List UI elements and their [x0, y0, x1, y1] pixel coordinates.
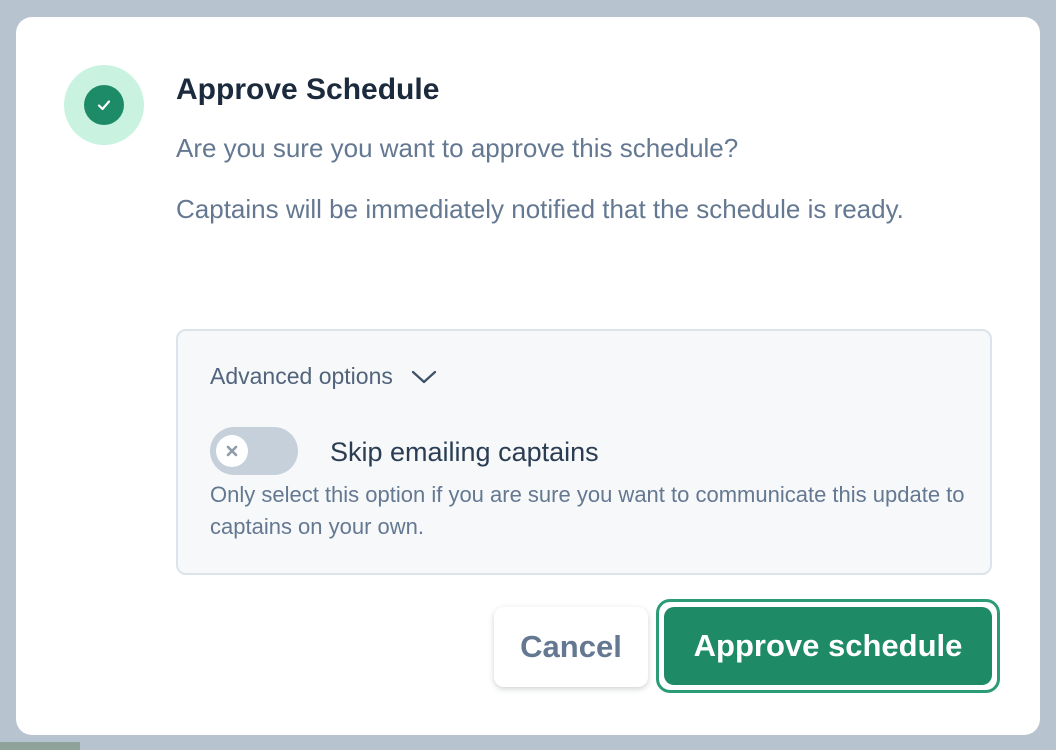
backdrop [0, 742, 80, 750]
skip-emailing-help: Only select this option if you are sure … [210, 482, 965, 539]
dialog-description: Captains will be immediately notified th… [176, 194, 904, 224]
dialog-content: Approve Schedule Are you sure you want t… [176, 69, 996, 229]
skip-emailing-switch[interactable] [210, 427, 298, 475]
dialog-question: Are you sure you want to approve this sc… [176, 133, 739, 163]
x-icon [216, 435, 248, 467]
approve-schedule-button[interactable]: Approve schedule [664, 607, 992, 685]
dialog-title: Approve Schedule [176, 73, 440, 106]
advanced-options-toggle[interactable]: Advanced options [210, 363, 437, 390]
success-badge [64, 65, 144, 145]
approve-schedule-dialog: Approve Schedule Are you sure you want t… [16, 17, 1040, 735]
cancel-button[interactable]: Cancel [494, 607, 648, 687]
advanced-options-panel: Advanced options Skip emailing captains … [176, 329, 992, 575]
check-icon [84, 85, 124, 125]
advanced-options-label: Advanced options [210, 363, 393, 389]
skip-emailing-label: Skip emailing captains [330, 437, 599, 467]
chevron-down-icon [411, 369, 437, 385]
